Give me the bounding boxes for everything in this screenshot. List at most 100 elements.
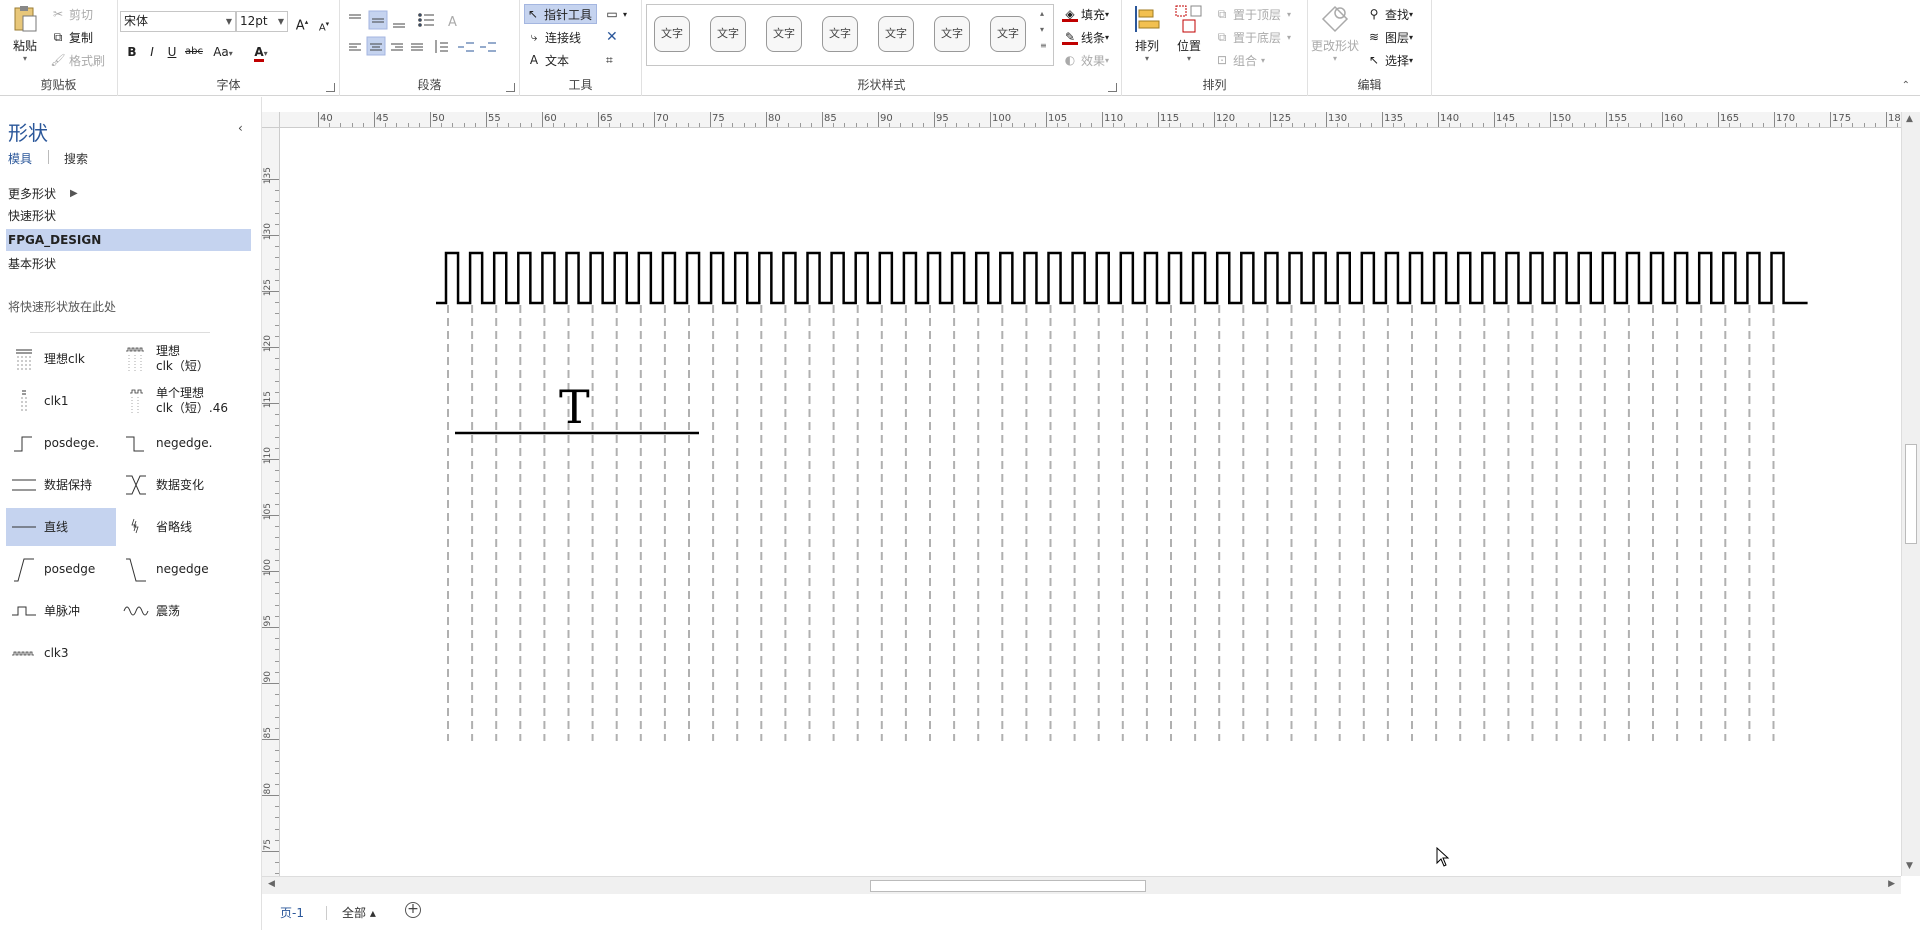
gallery-scroll[interactable]: ▴ ▾ ≡ — [1040, 6, 1047, 54]
paragraph-dialog-launcher[interactable] — [506, 83, 515, 92]
shrink-font-button[interactable]: A▾ — [314, 14, 334, 34]
format-painter-button[interactable]: 🖌 格式刷 — [50, 50, 105, 70]
shape-data-change[interactable]: 数据变化 — [118, 466, 228, 504]
shape-negedge-step[interactable]: negedge. — [118, 424, 228, 462]
close-icon[interactable]: ✕ — [606, 27, 618, 47]
bring-to-front-button[interactable]: ⧉ 置于顶层 ▾ — [1214, 4, 1291, 24]
scroll-down-icon[interactable]: ▼ — [1906, 861, 1913, 871]
shape-clk1[interactable]: clk1 — [6, 382, 116, 420]
style-tile[interactable]: 文字 — [878, 16, 914, 52]
ruler-minor-tick — [275, 772, 279, 774]
tab-all-pages[interactable]: 全部 ▴ — [342, 904, 376, 921]
grow-font-button[interactable]: A▴ — [292, 12, 312, 33]
connector-button[interactable]: ⤷ 连接线 — [526, 27, 581, 47]
shape-ellipsis-line[interactable]: 省略线 — [118, 508, 228, 546]
underline-button[interactable]: U — [162, 42, 182, 62]
stencil-fpga-design[interactable]: FPGA_DESIGN — [6, 229, 251, 251]
timing-diagram[interactable]: T — [281, 129, 1901, 876]
align-top-icon — [349, 14, 361, 19]
shape-negedge[interactable]: negedge — [118, 550, 228, 588]
shape-ideal-clk-short[interactable]: 理想 clk（短） — [118, 340, 228, 378]
italic-button[interactable]: I — [142, 42, 162, 62]
clock-waveform[interactable] — [436, 251, 1808, 305]
tab-divider — [48, 150, 49, 164]
tab-search[interactable]: 搜索 — [64, 150, 88, 167]
style-tile[interactable]: 文字 — [766, 16, 802, 52]
vertical-scrollbar[interactable]: ▲ ▼ — [1901, 112, 1920, 876]
drawing-canvas[interactable]: T — [281, 129, 1901, 876]
strikethrough-button[interactable]: abc — [182, 42, 206, 62]
ruler-minor-tick — [340, 123, 342, 127]
add-page-icon[interactable]: + — [405, 902, 421, 918]
tab-stencils[interactable]: 模具 — [8, 150, 32, 167]
style-tile[interactable]: 文字 — [710, 16, 746, 52]
tab-page-1[interactable]: 页-1 — [280, 904, 304, 921]
find-button[interactable]: ⚲ 查找 ▾ — [1366, 4, 1413, 24]
shape-single-ideal-clk[interactable]: 单个理想 clk（短）.46 — [118, 382, 228, 420]
editing-group: 更改形状 ▾ ⚲ 查找 ▾ ≋ 图层 ▾ ↖ 选择 ▾ 编辑 — [1308, 0, 1432, 96]
scroll-up-icon[interactable]: ▲ — [1906, 114, 1913, 124]
shape-data-hold[interactable]: 数据保持 — [6, 466, 116, 504]
cut-button[interactable]: ✂ 剪切 — [50, 4, 93, 24]
stencil-basic-shapes[interactable]: 基本形状 — [6, 253, 251, 275]
scissors-icon: ✂ — [52, 7, 64, 21]
copy-button[interactable]: ⧉ 复制 — [50, 27, 93, 47]
align-middle-icon — [368, 10, 388, 30]
paste-button[interactable]: 粘贴 ▾ — [4, 4, 46, 63]
align-button[interactable]: 排列 ▾ — [1126, 4, 1168, 63]
ruler-minor-tick — [1191, 123, 1193, 127]
ruler-major-tick — [262, 571, 279, 572]
bold-button[interactable]: B — [122, 42, 142, 62]
font-size-combo[interactable]: 12pt ▼ — [236, 11, 288, 32]
font-color-button[interactable]: A▾ — [246, 42, 276, 62]
shape-single-pulse[interactable]: 单脉冲 — [6, 592, 116, 630]
shape-oscillation[interactable]: 震荡 — [118, 592, 228, 630]
ruler-major-tick — [262, 459, 279, 460]
vertical-ruler[interactable]: 135 130 125 120 115 110 105 100 95 90 85 80 75 — [262, 128, 280, 897]
shape-posedge[interactable]: posedge — [6, 550, 116, 588]
period-label[interactable]: T — [559, 380, 590, 434]
change-case-button[interactable]: Aa▾ — [208, 42, 238, 62]
change-shape-button[interactable]: 更改形状 ▾ — [1310, 4, 1360, 63]
horizontal-scrollbar[interactable]: ◀ ▶ — [262, 876, 1901, 894]
chevron-left-icon[interactable]: ‹ — [238, 121, 243, 135]
vertical-scroll-thumb[interactable] — [1905, 444, 1917, 544]
ruler-minor-tick — [275, 279, 279, 281]
ruler-major-tick — [934, 112, 935, 127]
ruler-minor-tick — [275, 750, 279, 752]
horizontal-ruler[interactable]: 40 45 50 55 60 65 70 75 80 85 90 95 100 105 110 115 120 1… — [280, 112, 1920, 128]
style-tile[interactable]: 文字 — [934, 16, 970, 52]
crop-icon[interactable]: ⌗ — [606, 50, 613, 70]
fill-button[interactable]: ◈ 填充 ▾ — [1062, 4, 1109, 24]
stencil-more-shapes[interactable]: 更多形状 ▶ — [6, 183, 251, 205]
ruler-tick-label: 105 — [263, 503, 273, 521]
style-tile[interactable]: 文字 — [822, 16, 858, 52]
layers-button[interactable]: ≋ 图层 ▾ — [1366, 27, 1413, 47]
send-to-back-button[interactable]: ⧉ 置于底层 ▾ — [1214, 27, 1291, 47]
position-button[interactable]: 位置 ▾ — [1168, 4, 1210, 63]
group-button[interactable]: ⊡ 组合 ▾ — [1214, 50, 1265, 70]
shape-clk3[interactable]: clk3 — [6, 634, 116, 672]
style-tile[interactable]: 文字 — [654, 16, 690, 52]
pointer-tool-button[interactable]: ↖ 指针工具 — [524, 4, 598, 24]
shape-ideal-clk[interactable]: 理想clk — [6, 340, 116, 378]
ruler-minor-tick — [1852, 123, 1854, 127]
horizontal-scroll-thumb[interactable] — [870, 880, 1146, 892]
ruler-minor-tick — [441, 123, 443, 127]
stencil-quick-shapes[interactable]: 快速形状 — [6, 205, 251, 227]
scroll-right-icon[interactable]: ▶ — [1888, 879, 1895, 889]
style-tile[interactable]: 文字 — [990, 16, 1026, 52]
collapse-ribbon-icon[interactable]: ⌃ — [1902, 80, 1910, 91]
font-name-combo[interactable]: 宋体 ▼ — [120, 11, 236, 32]
effects-button[interactable]: ◐ 效果 ▾ — [1062, 50, 1109, 70]
rectangle-tool-button[interactable]: ▭ ▾ — [604, 4, 627, 24]
line-button[interactable]: ✎ 线条 ▾ — [1062, 27, 1109, 47]
shape-straight-line[interactable]: 直线 — [6, 508, 116, 546]
dashed-guide-lines[interactable] — [447, 305, 1775, 741]
scroll-left-icon[interactable]: ◀ — [268, 879, 275, 889]
shape-styles-dialog-launcher[interactable] — [1108, 83, 1117, 92]
text-tool-button[interactable]: A 文本 — [526, 50, 569, 70]
font-dialog-launcher[interactable] — [326, 83, 335, 92]
shape-posdege[interactable]: posdege. — [6, 424, 116, 462]
select-button[interactable]: ↖ 选择 ▾ — [1366, 50, 1413, 70]
